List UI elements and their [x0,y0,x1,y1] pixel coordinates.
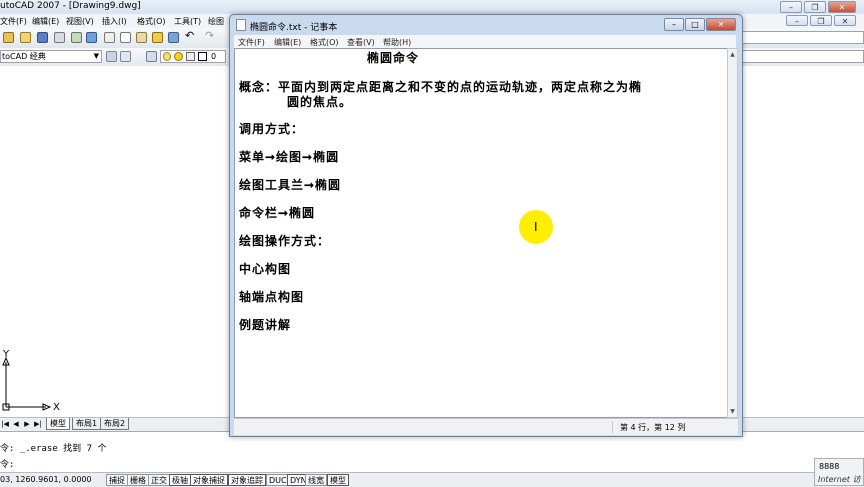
acad-title-bar: utoCAD 2007 - [Drawing9.dwg] – ❐ ✕ [0,0,864,15]
text-line: 命令栏➞椭圆 [239,206,316,220]
workspace-icon[interactable] [120,51,131,62]
notepad-scrollbar[interactable]: ▲ ▼ [727,48,738,418]
command-prompt[interactable]: 令: [0,457,14,470]
tab-last-icon[interactable]: ▶| [33,419,43,429]
workspace-select[interactable]: toCAD 经典 ▼ [0,50,102,63]
sun-icon [174,52,183,61]
text-cursor-icon: I [534,220,538,234]
acad-minimize-button[interactable]: – [780,1,802,13]
polar-toggle[interactable]: 极轴 [169,474,191,486]
notepad-status-bar: 第 4 行，第 12 列 [234,418,738,435]
text-line: 绘图工具兰➞椭圆 [239,178,342,192]
chevron-down-icon: ▼ [93,52,99,60]
np-menu-view[interactable]: 查看(V) [347,37,375,48]
text-line: 圆的焦点。 [287,95,353,109]
menu-format[interactable]: 格式(O) [137,16,166,27]
otrack-toggle[interactable]: 对象追踪 [228,474,266,486]
new-icon[interactable] [3,32,14,43]
preview-icon[interactable] [71,32,82,43]
notepad-menu-bar: 文件(F) 编辑(E) 格式(O) 查看(V) 帮助(H) [234,35,736,48]
tray-number: 8888 [819,462,840,471]
color-swatch-icon [198,52,207,61]
layer-manager-icon[interactable] [146,51,157,62]
save-icon[interactable] [37,32,48,43]
notepad-close-button[interactable]: ✕ [706,18,736,31]
grid-toggle[interactable]: 栅格 [127,474,149,486]
lock-icon [186,52,195,61]
tab-layout1[interactable]: 布局1 [72,418,102,430]
notepad-minimize-button[interactable]: – [664,18,684,31]
text-line: 调用方式： [239,122,305,136]
acad-close-button[interactable]: ✕ [828,1,856,13]
status-divider [612,421,613,433]
tab-prev-icon[interactable]: ◀ [11,419,21,429]
command-history: 令: _.erase 找到 7 个 [0,444,107,454]
copy-icon[interactable] [120,32,131,43]
doc-restore-button[interactable]: ❐ [810,15,832,26]
layer-select[interactable]: 0 [160,50,226,63]
acad-title: utoCAD 2007 - [Drawing9.dwg] [0,1,141,11]
text-line: 菜单➞绘图➞椭圆 [239,150,340,164]
layer-value: 0 [211,52,217,61]
menu-edit[interactable]: 编辑(E) [32,16,59,27]
doc-close-button[interactable]: ✕ [834,15,856,26]
np-menu-help[interactable]: 帮助(H) [383,37,411,48]
print-icon[interactable] [54,32,65,43]
notepad-icon [236,19,246,31]
text-line: 绘图操作方式： [239,234,331,248]
block-icon[interactable] [168,32,179,43]
scroll-down-icon[interactable]: ▼ [729,408,736,415]
tray-text: Internet 访 [818,475,861,484]
style-select[interactable] [740,31,864,44]
open-icon[interactable] [20,32,31,43]
text-line: 轴端点构图 [239,290,305,304]
text-line: 中心构图 [239,262,292,276]
scroll-up-icon[interactable]: ▲ [729,51,736,58]
menu-file[interactable]: 文件(F) [0,16,27,27]
osnap-toggle[interactable]: 对象捕捉 [190,474,228,486]
text-line: 椭圆命令 [367,51,420,65]
notepad-text-area[interactable]: 椭圆命令 概念：平面内到两定点距离之和不变的点的运动轨迹，两定点称之为椭 圆的焦… [234,48,728,418]
redo-icon[interactable]: ↷ [205,30,216,42]
workspace-settings-icon[interactable] [106,51,117,62]
menu-insert[interactable]: 插入(I) [102,16,127,27]
lineweight-toggle[interactable]: 线宽 [305,474,327,486]
undo-icon[interactable]: ↶ [185,30,196,42]
tab-model[interactable]: 模型 [46,418,70,430]
notepad-maximize-button[interactable]: □ [685,18,705,31]
paste-icon[interactable] [136,32,147,43]
command-window: 令: _.erase 找到 7 个 令: [0,431,864,472]
workspace-value: toCAD 经典 [2,52,46,61]
notepad-window: 椭圆命令.txt - 记事本 – □ ✕ 文件(F) 编辑(E) 格式(O) 查… [229,14,743,437]
notepad-title-bar[interactable]: 椭圆命令.txt - 记事本 – □ ✕ [230,15,740,35]
publish-icon[interactable] [86,32,97,43]
doc-minimize-button[interactable]: – [786,15,808,26]
matchprop-icon[interactable] [152,32,163,43]
ucs-x-label: X [53,402,60,413]
coordinate-readout: 03, 1260.9601, 0.0000 [0,475,92,484]
cut-icon[interactable] [104,32,115,43]
notepad-title: 椭圆命令.txt - 记事本 [250,23,338,33]
ucs-icon [2,356,52,411]
menu-draw[interactable]: 绘图 [208,16,224,27]
ortho-toggle[interactable]: 正交 [148,474,170,486]
np-menu-format[interactable]: 格式(O) [310,37,339,48]
menu-tools[interactable]: 工具(T) [174,16,201,27]
ucs-y-label: Y [3,349,10,360]
acad-restore-button[interactable]: ❐ [804,1,826,13]
tray-popup: 8888 Internet 访 [814,458,864,486]
np-menu-edit[interactable]: 编辑(E) [274,37,301,48]
acad-status-bar: 03, 1260.9601, 0.0000 捕捉 栅格 正交 极轴 对象捕捉 对… [0,472,864,487]
np-menu-file[interactable]: 文件(F) [238,37,265,48]
snap-toggle[interactable]: 捕捉 [106,474,128,486]
cursor-position: 第 4 行，第 12 列 [620,423,686,432]
model-toggle[interactable]: 模型 [327,474,349,486]
menu-view[interactable]: 视图(V) [66,16,94,27]
lightbulb-icon [163,52,171,61]
tab-layout2[interactable]: 布局2 [100,418,130,430]
text-line: 例题讲解 [239,318,292,332]
tab-next-icon[interactable]: ▶ [22,419,32,429]
linetype-select[interactable] [740,50,864,63]
tab-first-icon[interactable]: |◀ [0,419,10,429]
